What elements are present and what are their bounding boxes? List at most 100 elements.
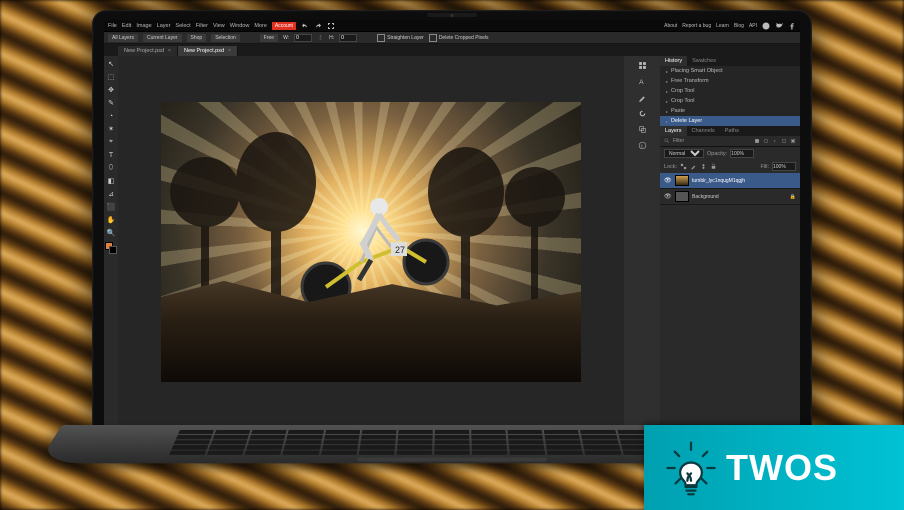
menu-layer[interactable]: Layer (157, 23, 171, 29)
clone-panel-icon[interactable] (635, 122, 649, 136)
lock-all-icon[interactable] (710, 163, 717, 170)
move-tool[interactable]: ↖ (105, 58, 117, 70)
lock-pixels-icon[interactable] (690, 163, 697, 170)
layer-thumbnail[interactable] (675, 191, 689, 202)
history-list: Placing Smart Object Free Transform Crop… (660, 66, 800, 126)
marquee-tool[interactable]: ⬚ (105, 71, 117, 83)
ratio-free[interactable]: Free (260, 34, 278, 42)
hand-tool[interactable]: ✋ (105, 214, 117, 226)
eyedropper-tool[interactable]: ✶ (105, 123, 117, 135)
visibility-icon[interactable]: 👁 (664, 193, 672, 200)
fill-input[interactable] (772, 162, 796, 171)
history-item[interactable]: Crop Tool (660, 96, 800, 106)
twitter-icon[interactable] (775, 22, 783, 30)
lock-trans-icon[interactable] (680, 163, 687, 170)
lock-label: Lock: (664, 164, 677, 170)
menu-window[interactable]: Window (230, 23, 250, 29)
undo-icon[interactable] (301, 22, 309, 30)
history-item[interactable]: Crop Tool (660, 86, 800, 96)
delete-cropped-toggle[interactable]: Delete Cropped Pixels (429, 34, 489, 42)
opacity-label: Opacity: (707, 151, 727, 157)
scope-selection[interactable]: Selection (211, 34, 240, 42)
layer-thumbnail[interactable] (675, 175, 689, 186)
type-tool[interactable]: T (105, 149, 117, 161)
toolbar: ↖ ⬚ ✥ ✎ ◔ ✶ ⌖ T ⬯ ◧ ⊿ ⬛ ✋ 🔍 (104, 56, 118, 428)
reddit-icon[interactable] (762, 22, 770, 30)
menu-file[interactable]: File (108, 23, 117, 29)
menu-account[interactable]: Account (272, 22, 296, 30)
info-panel-icon[interactable]: i (635, 138, 649, 152)
brush-panel-icon[interactable] (635, 90, 649, 104)
history-tab[interactable]: History (660, 56, 687, 66)
doc-tab-0[interactable]: New Project.psd× (118, 46, 178, 56)
canvas-area[interactable]: 27 (118, 56, 624, 428)
menu-report[interactable]: Report a bug (682, 23, 711, 29)
layer-name[interactable]: Background (692, 194, 787, 200)
color-swatches[interactable] (105, 242, 117, 254)
menu-view[interactable]: View (213, 23, 225, 29)
visibility-icon[interactable]: 👁 (664, 177, 672, 184)
shape-tool[interactable]: ⬯ (105, 162, 117, 174)
menu-learn[interactable]: Learn (716, 23, 729, 29)
menu-blog[interactable]: Blog (734, 23, 744, 29)
shape-filter-icon[interactable] (781, 138, 787, 144)
scope-current[interactable]: Current Layer (143, 34, 182, 42)
history-item[interactable]: Free Transform (660, 76, 800, 86)
close-icon[interactable]: × (228, 48, 231, 54)
close-icon[interactable]: × (168, 48, 171, 54)
scope-shop[interactable]: Shop (187, 34, 207, 42)
straighten-toggle[interactable]: Straighten Layer (377, 34, 424, 42)
smart-filter-icon[interactable] (790, 138, 796, 144)
twos-text: TWOS (726, 447, 838, 489)
layers-tab[interactable]: Layers (660, 126, 687, 136)
menu-filter[interactable]: Filter (196, 23, 208, 29)
document-canvas[interactable]: 27 (161, 102, 581, 382)
layer-name[interactable]: tumblr_lyc1nqugM1qgjh (692, 178, 796, 184)
history-item[interactable]: Delete Layer (660, 116, 800, 126)
menu-select[interactable]: Select (175, 23, 190, 29)
swatches-panel-icon[interactable] (635, 58, 649, 72)
doc-tab-1[interactable]: New Project.psd× (178, 46, 238, 56)
zoom-tool[interactable]: 🔍 (105, 227, 117, 239)
channels-tab[interactable]: Channels (687, 126, 720, 136)
menu-about[interactable]: About (664, 23, 677, 29)
pen-tool[interactable]: ⊿ (105, 188, 117, 200)
redo-icon[interactable] (314, 22, 322, 30)
w-label: W: (283, 35, 289, 41)
gradient-tool[interactable]: ◧ (105, 175, 117, 187)
layer-row[interactable]: 👁 Background 🔒 (660, 189, 800, 205)
fullscreen-icon[interactable] (327, 22, 335, 30)
blend-mode-select[interactable]: Normal (664, 149, 704, 158)
type-filter-icon[interactable]: T (772, 138, 778, 144)
layer-row[interactable]: 👁 tumblr_lyc1nqugM1qgjh (660, 173, 800, 189)
history-panel-icon[interactable] (635, 106, 649, 120)
adjust-filter-icon[interactable] (763, 138, 769, 144)
paths-tab[interactable]: Paths (720, 126, 744, 136)
lasso-tool[interactable]: ✥ (105, 84, 117, 96)
laptop-camera (451, 14, 454, 17)
opacity-input[interactable] (730, 149, 754, 158)
width-input[interactable] (294, 34, 312, 42)
height-input[interactable] (339, 34, 357, 42)
crop-tool[interactable]: ◔ (105, 110, 117, 122)
facebook-icon[interactable] (788, 22, 796, 30)
laptop-bezel: File Edit Image Layer Select Filter View… (92, 10, 812, 440)
background-swatch[interactable] (109, 246, 117, 254)
link-wh-icon[interactable] (317, 34, 324, 41)
lock-pos-icon[interactable] (700, 163, 707, 170)
menu-edit[interactable]: Edit (122, 23, 131, 29)
rect-tool[interactable]: ⬛ (105, 201, 117, 213)
svg-text:A: A (639, 78, 644, 85)
pixel-filter-icon[interactable] (754, 138, 760, 144)
menu-image[interactable]: Image (136, 23, 151, 29)
heal-tool[interactable]: ⌖ (105, 136, 117, 148)
filter-label: Filter (673, 138, 684, 144)
menu-api[interactable]: API (749, 23, 757, 29)
wand-tool[interactable]: ✎ (105, 97, 117, 109)
scope-all[interactable]: All Layers (108, 34, 138, 42)
character-panel-icon[interactable]: A (635, 74, 649, 88)
menu-more[interactable]: More (254, 23, 267, 29)
history-item[interactable]: Paste (660, 106, 800, 116)
history-item[interactable]: Placing Smart Object (660, 66, 800, 76)
swatches-tab[interactable]: Swatches (687, 56, 721, 66)
